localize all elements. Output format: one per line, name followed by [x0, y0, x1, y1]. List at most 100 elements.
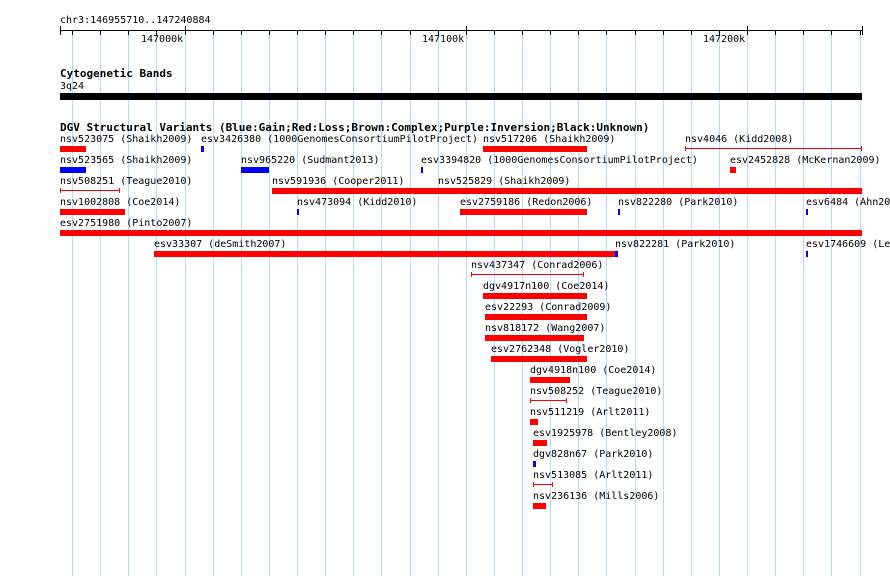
variant-bar[interactable] [533, 440, 547, 446]
ruler-minor-tick [241, 31, 242, 35]
variant-label[interactable]: esv2759186 (Redon2006) [460, 197, 592, 208]
variant-bar[interactable] [483, 293, 587, 299]
variant-label[interactable]: esv3394820 (1000GenomesConsortiumPilotPr… [421, 155, 698, 166]
variant-bar[interactable] [530, 377, 570, 383]
ruler-minor-tick [381, 31, 382, 35]
grid-line [241, 30, 242, 576]
variant-label[interactable]: dgv4918n100 (Coe2014) [530, 365, 656, 376]
variant-label[interactable]: nsv437347 (Conrad2006) [471, 260, 603, 271]
grid-line [100, 30, 101, 576]
ruler-label: 147100k [422, 34, 465, 45]
grid-line [691, 30, 692, 576]
variant-label[interactable]: nsv517206 (Shaikh2009) [483, 134, 615, 145]
variant-label[interactable]: nsv523565 (Shaikh2009) [60, 155, 192, 166]
ruler-axis [60, 30, 862, 31]
ruler-label: 147200k [703, 34, 746, 45]
variant-bar[interactable] [60, 230, 862, 236]
variant-bar[interactable] [618, 209, 620, 215]
ruler-minor-tick [803, 31, 804, 35]
variant-bar[interactable] [60, 209, 125, 215]
variant-bar[interactable] [533, 503, 546, 509]
cytoband-track-title: Cytogenetic Bands [60, 67, 173, 80]
variant-bar[interactable] [483, 146, 587, 152]
variant-label[interactable]: esv22293 (Conrad2009) [485, 302, 611, 313]
variant-bar[interactable] [241, 167, 269, 173]
ruler-minor-tick [410, 31, 411, 35]
variant-bar[interactable] [806, 251, 808, 257]
grid-line [72, 30, 73, 576]
variant-label[interactable]: dgv828n67 (Park2010) [533, 449, 653, 460]
variant-bar[interactable] [421, 167, 423, 173]
variant-label[interactable]: esv3426380 (1000GenomesConsortiumPilotPr… [201, 134, 478, 145]
variant-label[interactable]: nsv473094 (Kidd2010) [297, 197, 417, 208]
variant-bar[interactable] [460, 209, 587, 215]
variant-bar-cap [685, 146, 686, 151]
ruler-minor-tick [691, 31, 692, 35]
variant-bar[interactable] [60, 167, 86, 173]
grid-line [803, 30, 804, 576]
variant-label[interactable]: esv2452828 (McKernan2009) [730, 155, 881, 166]
variant-bar[interactable] [491, 356, 587, 362]
variant-label[interactable]: esv33307 (deSmith2007) [154, 239, 286, 250]
variant-label[interactable]: nsv822280 (Park2010) [618, 197, 738, 208]
variant-label[interactable]: esv1925978 (Bentley2008) [533, 428, 678, 439]
ruler-minor-tick [325, 31, 326, 35]
variant-bar-cap [861, 146, 862, 151]
variant-bar[interactable] [533, 461, 536, 467]
variant-label[interactable]: nsv822281 (Park2010) [615, 239, 735, 250]
variant-bar[interactable] [201, 146, 204, 152]
ruler-minor-tick [663, 31, 664, 35]
variant-label[interactable]: nsv818172 (Wang2007) [485, 323, 605, 334]
variant-label[interactable]: esv6484 (Ahn2009) [806, 197, 890, 208]
variant-bar[interactable] [60, 146, 86, 152]
variant-bar[interactable] [485, 314, 587, 320]
grid-line [747, 30, 748, 576]
variant-bar[interactable] [60, 190, 120, 191]
variant-label[interactable]: nsv965220 (Sudmant2013) [241, 155, 379, 166]
ruler-minor-tick [606, 31, 607, 35]
ruler-minor-tick [635, 31, 636, 35]
variant-bar[interactable] [730, 167, 736, 173]
variant-bar-cap [533, 482, 534, 487]
ruler-minor-tick [297, 31, 298, 35]
ruler-minor-tick [100, 31, 101, 35]
variant-bar-cap [566, 398, 567, 403]
ruler-major-tick [185, 26, 186, 35]
variant-label[interactable]: esv1746609 (Levy2 [806, 239, 890, 250]
variant-label[interactable]: esv2762348 (Vogler2010) [491, 344, 629, 355]
variant-bar-cap [530, 398, 531, 403]
variant-bar[interactable] [530, 400, 567, 401]
ruler-minor-tick [860, 31, 861, 35]
ruler-minor-tick [213, 31, 214, 35]
variant-label[interactable]: nsv508251 (Teague2010) [60, 176, 192, 187]
variant-bar[interactable] [533, 484, 553, 485]
variant-label[interactable]: nsv523075 (Shaikh2009) [60, 134, 192, 145]
variant-label[interactable]: nsv1002808 (Coe2014) [60, 197, 180, 208]
grid-line [438, 30, 439, 576]
variant-bar[interactable] [685, 148, 862, 149]
grid-line [325, 30, 326, 576]
ruler-minor-tick [494, 31, 495, 35]
variant-label[interactable]: esv2751980 (Pinto2007) [60, 218, 192, 229]
genome-browser-panel: chr3:146955710..147240884 147000k 147100k… [0, 0, 890, 576]
variant-bar[interactable] [485, 335, 584, 341]
variant-bar[interactable] [154, 251, 618, 257]
grid-line [156, 30, 157, 576]
variant-label[interactable]: nsv591936 (Cooper2011) [272, 176, 404, 187]
variant-bar[interactable] [438, 188, 862, 194]
variant-label[interactable]: dgv4917n100 (Coe2014) [483, 281, 609, 292]
variant-label[interactable]: nsv236136 (Mills2006) [533, 491, 659, 502]
variant-bar[interactable] [272, 188, 440, 194]
variant-bar[interactable] [471, 274, 584, 275]
variant-label[interactable]: nsv525829 (Shaikh2009) [438, 176, 570, 187]
variant-bar[interactable] [615, 251, 618, 257]
variant-bar[interactable] [530, 419, 538, 425]
variant-label[interactable]: nsv4046 (Kidd2008) [685, 134, 793, 145]
variant-label[interactable]: nsv513085 (Arlt2011) [533, 470, 653, 481]
cytoband-bar[interactable] [60, 93, 862, 100]
variant-bar[interactable] [806, 209, 808, 215]
variant-bar[interactable] [297, 209, 299, 215]
variant-label[interactable]: nsv508252 (Teague2010) [530, 386, 662, 397]
variant-label[interactable]: nsv511219 (Arlt2011) [530, 407, 650, 418]
ruler-minor-tick [353, 31, 354, 35]
